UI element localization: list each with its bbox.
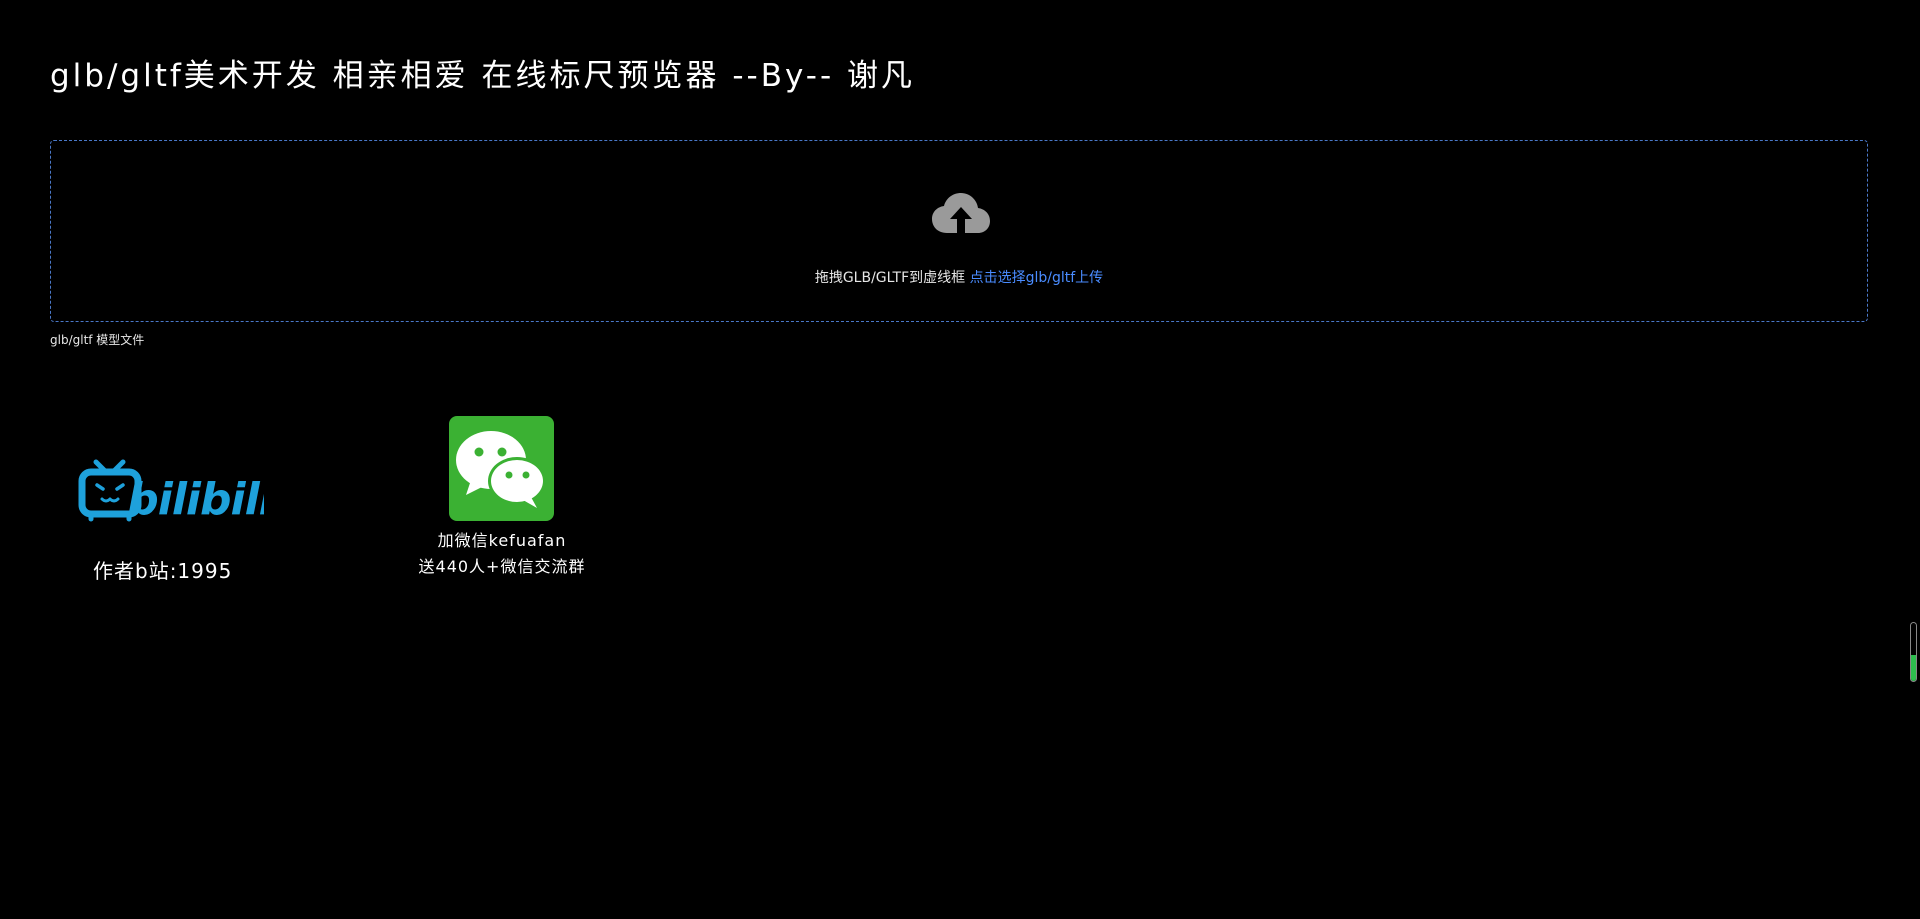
bilibili-logo[interactable]: bilibili (78, 458, 264, 522)
upload-drag-text: 拖拽GLB/GLTF到虚线框 (814, 270, 970, 286)
upload-hint: glb/gltf 模型文件 (50, 333, 145, 347)
upload-select-link[interactable]: 点击选择glb/gltf上传 (970, 270, 1104, 286)
bilibili-caption: 作者b站:1995 (93, 559, 233, 583)
scroll-indicator-fill (1911, 654, 1916, 681)
wechat-icon[interactable] (449, 416, 554, 521)
page-title: glb/gltf美术开发 相亲相爱 在线标尺预览器 --By-- 谢凡 (50, 58, 915, 94)
upload-dropzone[interactable]: 拖拽GLB/GLTF到虚线框 点击选择glb/gltf上传 (50, 140, 1868, 322)
wechat-caption: 加微信kefuafan 送440人+微信交流群 (400, 528, 604, 580)
cloud-upload-icon (932, 193, 990, 233)
upload-instructions: 拖拽GLB/GLTF到虚线框 点击选择glb/gltf上传 (51, 267, 1867, 287)
scroll-indicator[interactable] (1910, 622, 1917, 682)
wechat-caption-line1: 加微信kefuafan (437, 531, 567, 550)
bilibili-logo-text: bilibili (127, 474, 264, 522)
wechat-caption-line2: 送440人+微信交流群 (418, 557, 586, 576)
